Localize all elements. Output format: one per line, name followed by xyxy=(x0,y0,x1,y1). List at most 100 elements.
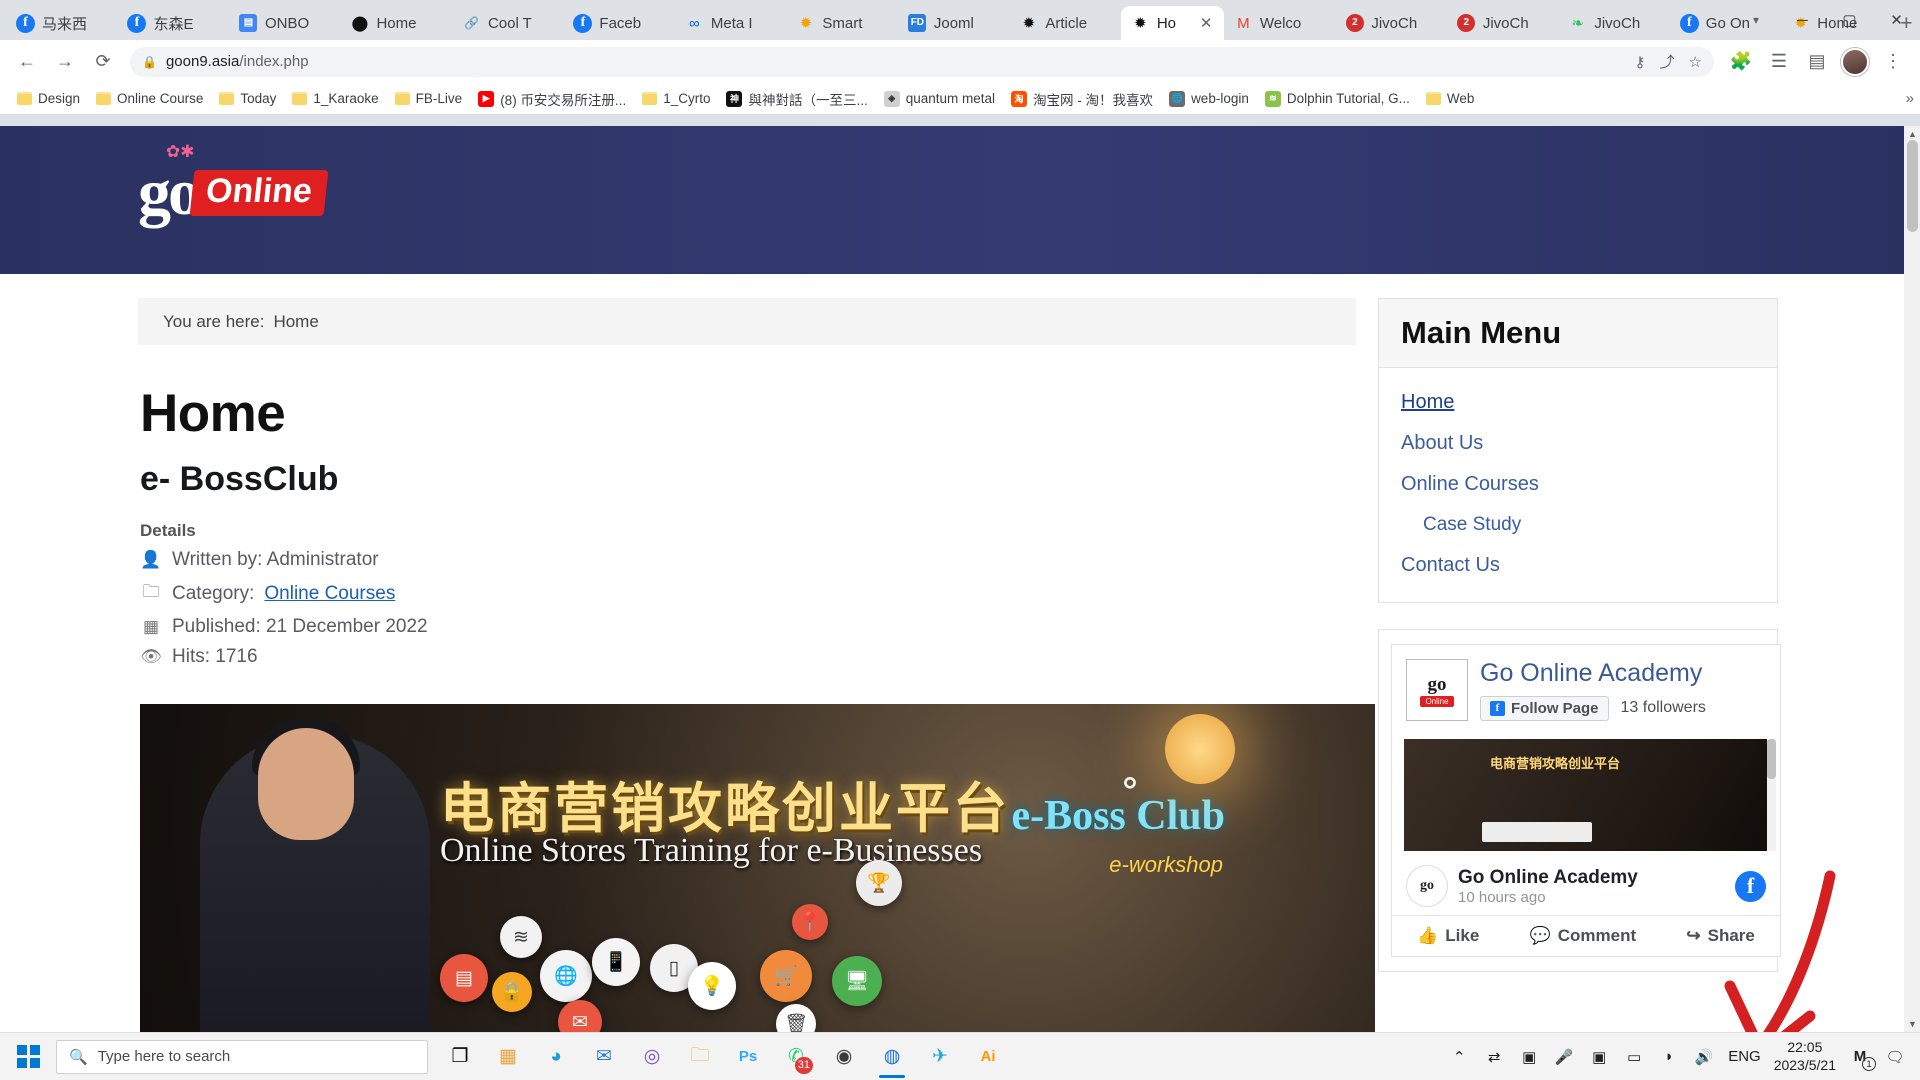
action-center-icon[interactable]: 🗨 xyxy=(1884,1046,1906,1068)
bookmark-item[interactable]: FB-Live xyxy=(388,88,470,109)
book-dark-icon: 神 xyxy=(726,90,743,107)
category-link[interactable]: Online Courses xyxy=(264,583,395,605)
facebook-page-name[interactable]: Go Online Academy xyxy=(1480,659,1706,688)
bookmark-item[interactable]: ◈ quantum metal xyxy=(877,88,1002,110)
minimize-button[interactable]: ─ xyxy=(1779,0,1826,40)
bookmark-item[interactable]: 🌐 web-login xyxy=(1162,88,1256,110)
microphone-icon[interactable]: 🎤 xyxy=(1553,1046,1575,1068)
sidebar-item-home[interactable]: Home xyxy=(1379,382,1777,423)
forward-icon[interactable]: → xyxy=(48,45,82,79)
store-icon[interactable]: ▦ xyxy=(486,1035,530,1079)
key-icon[interactable]: ⚷ xyxy=(1635,53,1646,71)
scrollbar-thumb[interactable] xyxy=(1907,140,1918,232)
screen-share-icon[interactable]: ▣ xyxy=(1588,1046,1610,1068)
tab-search-icon[interactable]: ▾ xyxy=(1742,6,1770,34)
language-indicator[interactable]: ENG xyxy=(1728,1048,1761,1065)
close-tab-icon[interactable]: ✕ xyxy=(1200,14,1214,32)
details-label: Details xyxy=(140,521,196,540)
bookmark-item[interactable]: Today xyxy=(212,88,283,109)
browser-menu-icon[interactable]: ⋮ xyxy=(1876,45,1910,79)
page-scrollbar[interactable]: ▲ ▼ xyxy=(1904,126,1920,1032)
bookmark-item[interactable]: ≋ Dolphin Tutorial, G... xyxy=(1258,88,1417,110)
browser-tab-active[interactable]: ✹ Ho ✕ xyxy=(1120,6,1224,40)
wifi-icon[interactable]: ◗ xyxy=(1658,1046,1680,1068)
facebook-widget-scrollbar[interactable] xyxy=(1767,739,1776,851)
maximize-button[interactable]: ▢ xyxy=(1826,0,1873,40)
browser-tab[interactable]: ▤ ONBO xyxy=(229,6,340,40)
photoshop-icon[interactable]: Ps xyxy=(726,1035,770,1079)
browser-tab[interactable]: ✹ Article xyxy=(1009,6,1120,40)
back-icon[interactable]: ← xyxy=(10,45,44,79)
address-bar[interactable]: 🔒 goon9.asia/index.php ⚷ ⤴ ☆ xyxy=(130,46,1714,77)
taskview-icon[interactable]: ❐ xyxy=(438,1035,482,1079)
browser-tab[interactable]: 2 JivoCh xyxy=(1335,6,1446,40)
battery-icon[interactable]: ▭ xyxy=(1623,1046,1645,1068)
bookmark-item[interactable]: ▶ (8) 币安交易所注册... xyxy=(471,86,633,112)
browser-tab[interactable]: ✹ Smart xyxy=(786,6,897,40)
dolphin-icon: ≋ xyxy=(1264,90,1281,107)
telegram-icon[interactable]: ✈ xyxy=(918,1035,962,1079)
browser-tab[interactable]: f Faceb xyxy=(563,6,674,40)
sidebar-item-contact-us[interactable]: Contact Us xyxy=(1379,545,1777,586)
bookmark-item[interactable]: Design xyxy=(10,88,87,109)
browser-tab[interactable]: f 马来西 xyxy=(6,6,117,40)
bookmark-star-icon[interactable]: ☆ xyxy=(1689,53,1702,71)
edge-icon[interactable]: ◕ xyxy=(534,1035,578,1079)
scroll-down-icon[interactable]: ▼ xyxy=(1908,1019,1917,1029)
breadcrumb-current[interactable]: Home xyxy=(273,312,318,332)
illustrator-icon[interactable]: Ai xyxy=(966,1035,1010,1079)
meet-now-icon[interactable]: M1 xyxy=(1849,1046,1876,1071)
reading-list-icon[interactable]: ☰ xyxy=(1762,45,1796,79)
bookmark-item[interactable]: 1_Cyrto xyxy=(635,88,717,109)
taskbar-clock[interactable]: 22:05 2023/5/21 xyxy=(1774,1039,1836,1074)
photos-icon[interactable]: ◎ xyxy=(630,1035,674,1079)
bookmarks-overflow-icon[interactable]: » xyxy=(1906,90,1914,107)
obs-icon[interactable]: ◉ xyxy=(822,1035,866,1079)
taskbar-search-input[interactable]: 🔍 Type here to search xyxy=(56,1039,428,1074)
browser-tab[interactable]: ⬤ Home xyxy=(340,6,451,40)
whatsapp-icon[interactable]: ✆ 31 xyxy=(774,1035,818,1079)
reload-icon[interactable]: ⟳ xyxy=(86,45,120,79)
like-button[interactable]: 👍 Like xyxy=(1417,926,1479,946)
share-button[interactable]: ↪ Share xyxy=(1686,926,1755,946)
sidebar-item-about-us[interactable]: About Us xyxy=(1379,423,1777,464)
follow-page-button[interactable]: f Follow Page xyxy=(1480,695,1609,721)
sidebar-item-case-study[interactable]: Case Study xyxy=(1379,505,1777,545)
bookmark-item[interactable]: 神與神對話（一至三... xyxy=(719,86,874,112)
show-hidden-icons-icon[interactable]: ⌃ xyxy=(1448,1046,1470,1068)
explorer-icon[interactable]: 🗀 xyxy=(678,1035,722,1079)
browser-tab[interactable]: M Welco xyxy=(1224,6,1335,40)
facebook-post-author[interactable]: Go Online Academy xyxy=(1458,867,1638,889)
network-settings-icon[interactable]: ⇄ xyxy=(1483,1046,1505,1068)
browser-tab[interactable]: ∞ Meta I xyxy=(675,6,786,40)
bookmark-item[interactable]: Online Course xyxy=(89,88,210,109)
sidebar-item-online-courses[interactable]: Online Courses xyxy=(1379,464,1777,505)
like-label: Like xyxy=(1445,926,1480,945)
windows-start-icon[interactable] xyxy=(4,1033,52,1080)
share-icon[interactable]: ⤴ xyxy=(1660,51,1675,72)
camera-icon[interactable]: ▣ xyxy=(1518,1046,1540,1068)
whatsapp-badge: 31 xyxy=(794,1056,813,1074)
tab-label: JivoCh xyxy=(1482,14,1529,32)
profile-avatar[interactable] xyxy=(1838,45,1872,79)
facebook-video-thumbnail[interactable]: 电商营销攻略创业平台 xyxy=(1404,739,1768,851)
chrome-icon[interactable]: ◍ xyxy=(870,1035,914,1079)
scroll-up-icon[interactable]: ▲ xyxy=(1908,129,1917,139)
volume-icon[interactable]: 🔊 xyxy=(1693,1046,1715,1068)
taobao-icon: 淘 xyxy=(1011,90,1028,107)
browser-tab[interactable]: ❧ JivoCh xyxy=(1558,6,1669,40)
bookmark-item[interactable]: 淘淘宝网 - 淘！我喜欢 xyxy=(1004,86,1160,112)
browser-tab[interactable]: FD Jooml xyxy=(898,6,1009,40)
mail-icon[interactable]: ✉ xyxy=(582,1035,626,1079)
comment-button[interactable]: 💬 Comment xyxy=(1530,926,1637,946)
browser-tab[interactable]: f 东森E xyxy=(117,6,228,40)
browser-tab[interactable]: 🔗 Cool T xyxy=(452,6,563,40)
bookmark-item[interactable]: Web xyxy=(1419,88,1482,109)
bookmark-item[interactable]: 1_Karaoke xyxy=(285,88,385,109)
browser-tab[interactable]: 2 JivoCh xyxy=(1447,6,1558,40)
site-logo[interactable]: ✿✱ go Online xyxy=(138,142,329,226)
side-panel-icon[interactable]: ▤ xyxy=(1800,45,1834,79)
close-window-button[interactable]: ✕ xyxy=(1873,0,1920,40)
extensions-icon[interactable]: 🧩 xyxy=(1724,45,1758,79)
facebook-video-logo xyxy=(1482,822,1592,842)
